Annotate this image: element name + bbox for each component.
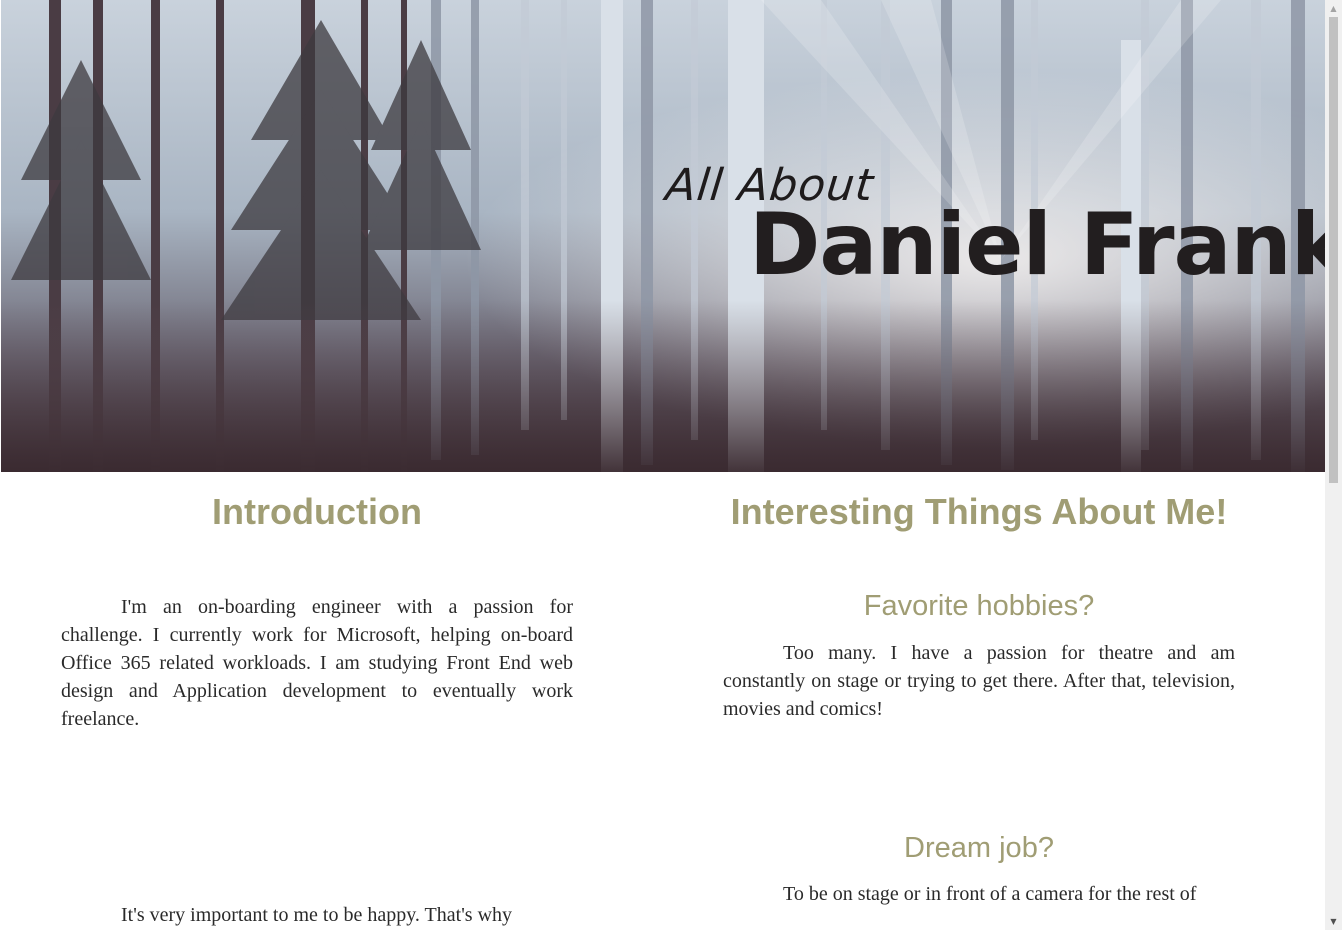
interesting-things-section: Interesting Things About Me! Favorite ho… xyxy=(723,472,1235,908)
hobbies-question: Favorite hobbies? xyxy=(863,590,1095,623)
interesting-things-heading: Interesting Things About Me! xyxy=(730,491,1228,532)
dream-job-answer: To be on stage or in front of a camera f… xyxy=(783,883,1197,906)
intro-paragraph-2: It's very important to me to be happy. T… xyxy=(121,904,513,927)
intro-paragraph: I'm an on-boarding engineer with a passi… xyxy=(61,596,573,731)
hero-name-title: Daniel Frank xyxy=(749,195,1325,295)
dream-job-question: Dream job? xyxy=(904,831,1054,864)
introduction-heading: Introduction xyxy=(212,491,422,532)
hero-banner: All About Daniel Frank xyxy=(1,0,1325,472)
vertical-scrollbar[interactable]: ▲ ▼ xyxy=(1325,0,1342,930)
scrollbar-thumb[interactable] xyxy=(1329,17,1338,483)
hobbies-answer: Too many. I have a passion for theatre a… xyxy=(723,641,1235,720)
scroll-up-arrow-icon[interactable]: ▲ xyxy=(1325,0,1342,17)
scroll-down-arrow-icon[interactable]: ▼ xyxy=(1325,913,1342,930)
introduction-section: Introduction I'm an on-boarding engineer… xyxy=(61,472,573,929)
